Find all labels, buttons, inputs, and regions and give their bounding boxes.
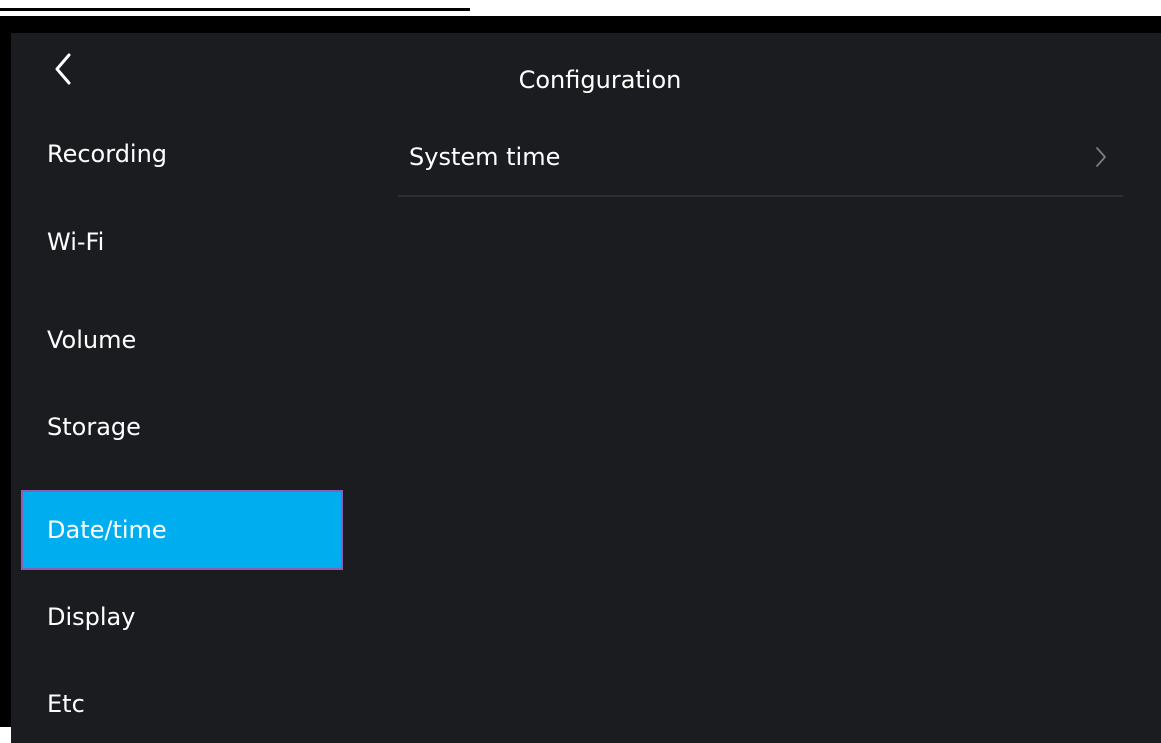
chevron-right-icon [1096,147,1106,167]
sidebar-item-volume[interactable]: Volume [21,301,343,379]
sidebar-item-label: Date/time [47,516,167,544]
top-strip [0,0,1161,16]
sidebar-item-datetime[interactable]: Date/time [21,490,343,570]
sidebar-item-etc[interactable]: Etc [21,665,343,743]
sidebar-item-wifi[interactable]: Wi-Fi [21,203,343,281]
top-rule [0,8,470,11]
system-time-row[interactable]: System time [398,119,1123,197]
sidebar-item-label: Etc [47,690,85,718]
sidebar-item-label: Display [47,603,136,631]
sidebar-item-recording[interactable]: Recording [21,115,343,193]
sidebar-item-display[interactable]: Display [21,578,343,656]
sidebar-item-label: Storage [47,413,141,441]
settings-list: System time [398,119,1123,197]
sidebar: Recording Wi-Fi Volume Storage Date/time… [21,33,343,743]
device-frame: Configuration Recording Wi-Fi Volume Sto… [0,16,1161,743]
sidebar-item-label: Volume [47,326,137,354]
row-label: System time [409,143,561,171]
sidebar-item-label: Wi-Fi [47,228,105,256]
config-screen: Configuration Recording Wi-Fi Volume Sto… [11,33,1161,743]
sidebar-item-storage[interactable]: Storage [21,388,343,466]
sidebar-item-label: Recording [47,140,168,168]
